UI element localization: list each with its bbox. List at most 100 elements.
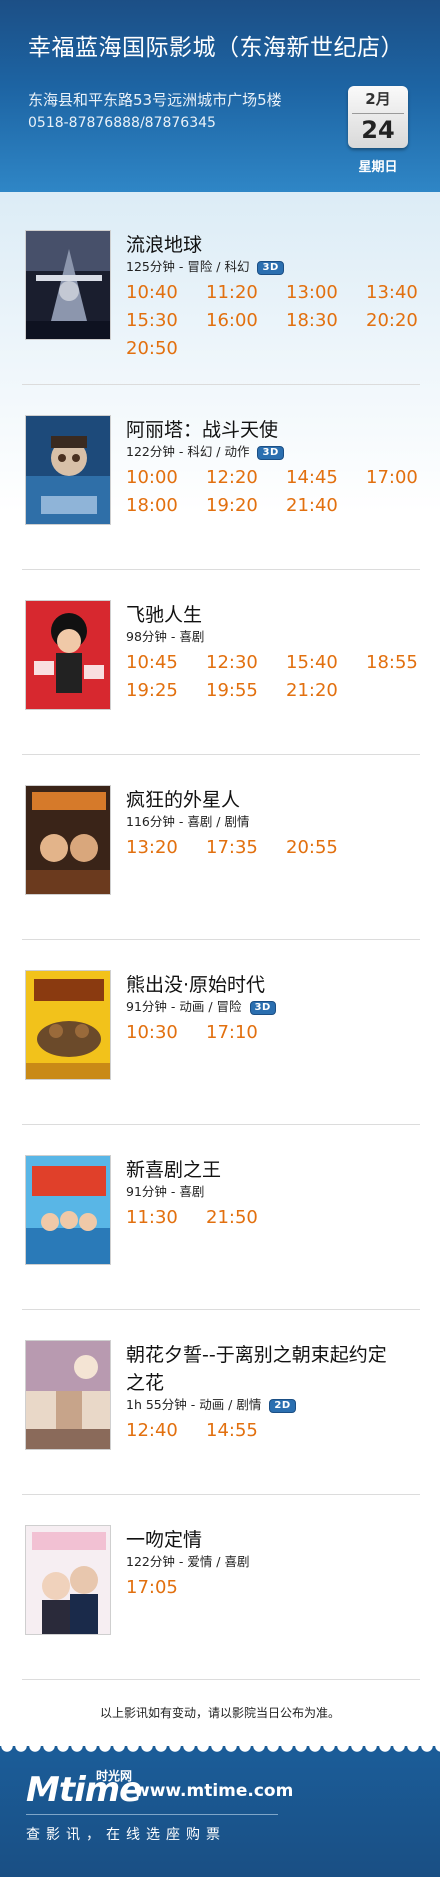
movie-poster[interactable] [25,1525,111,1635]
showtime[interactable]: 18:00 [126,495,178,516]
showtime[interactable]: 18:55 [366,652,418,673]
movie-item[interactable]: 熊出没·原始时代 91分钟 - 动画 / 冒险 3D 10:30 17:10 [0,970,440,1125]
movie-info: 91分钟 - 喜剧 [126,1181,204,1200]
showtime[interactable]: 11:30 [126,1207,178,1228]
mtime-logo-cn: 时光网 [96,1769,133,1783]
showtime[interactable]: 13:00 [286,282,338,303]
movie-divider [22,1494,420,1495]
mtime-footer[interactable]: Mtime 时光网 www.mtime.com 查影讯，在线选座购票 [0,1746,440,1877]
movie-title[interactable]: 一吻定情 [126,1525,202,1552]
showtime[interactable]: 12:40 [126,1420,178,1441]
movie-info: 122分钟 - 科幻 / 动作 3D [126,441,284,460]
movie-title[interactable]: 飞驰人生 [126,600,202,627]
showtime[interactable]: 21:40 [286,495,338,516]
showtime[interactable]: 10:45 [126,652,178,673]
showtime[interactable]: 20:20 [366,310,418,331]
movie-info: 122分钟 - 爱情 / 喜剧 [126,1551,249,1570]
showtime[interactable]: 19:20 [206,495,258,516]
movie-title[interactable]: 流浪地球 [126,230,202,257]
movie-item[interactable]: 疯狂的外星人 116分钟 - 喜剧 / 剧情 13:20 17:35 20:55 [0,785,440,940]
movie-item[interactable]: 流浪地球 125分钟 - 冒险 / 科幻 3D 10:40 11:20 13:00… [0,230,440,385]
showtime[interactable]: 14:45 [286,467,338,488]
movie-info-text: 91分钟 - 动画 / 冒险 [126,999,242,1014]
showtime[interactable]: 16:00 [206,310,258,331]
movie-divider [22,384,420,385]
format-badge: 3D [249,1001,276,1015]
footer-stamp-edge [0,1746,440,1758]
showtime[interactable]: 13:40 [366,282,418,303]
movie-item[interactable]: 飞驰人生 98分钟 - 喜剧 10:45 12:30 15:40 18:55 1… [0,600,440,755]
movie-title[interactable]: 朝花夕誓--于离别之朝束起约定 [126,1340,387,1367]
showtime[interactable]: 15:30 [126,310,178,331]
movie-info-text: 122分钟 - 爱情 / 喜剧 [126,1554,250,1569]
cinema-phone[interactable]: 0518-87876888/87876345 [28,115,216,131]
movie-info-text: 125分钟 - 冒险 / 科幻 [126,259,250,274]
showtime[interactable]: 18:30 [286,310,338,331]
showtime[interactable]: 10:00 [126,467,178,488]
movie-title[interactable]: 疯狂的外星人 [126,785,240,812]
movie-item[interactable]: 新喜剧之王 91分钟 - 喜剧 11:30 21:50 [0,1155,440,1310]
cinema-name: 幸福蓝海国际影城（东海新世纪店） [28,35,404,61]
movie-divider [22,569,420,570]
movie-poster[interactable] [25,230,111,340]
movie-poster[interactable] [25,415,111,525]
date-calendar-icon: 2月 24 [348,86,408,148]
movie-divider [22,1679,420,1680]
showtime[interactable]: 11:20 [206,282,258,303]
showtime[interactable]: 14:55 [206,1420,258,1441]
movie-info-text: 116分钟 - 喜剧 / 剧情 [126,814,250,829]
movie-info: 116分钟 - 喜剧 / 剧情 [126,811,249,830]
showtime[interactable]: 17:10 [206,1022,258,1043]
calendar-month: 2月 [365,90,391,108]
movie-title[interactable]: 新喜剧之王 [126,1155,221,1182]
mtime-url-link[interactable]: www.mtime.com [134,1781,293,1801]
calendar-day: 24 [361,116,395,144]
movie-poster[interactable] [25,785,111,895]
movie-title-continued[interactable]: 之花 [126,1368,164,1395]
showtime[interactable]: 10:30 [126,1022,178,1043]
showtime[interactable]: 13:20 [126,837,178,858]
showtime[interactable]: 20:55 [286,837,338,858]
cinema-address: 东海县和平东路53号远洲城市广场5楼 [28,91,282,109]
schedule-notice: 以上影讯如有变动，请以影院当日公布为准。 [99,1706,340,1720]
showtime[interactable]: 19:25 [126,680,178,701]
movie-info-text: 122分钟 - 科幻 / 动作 [126,444,250,459]
showtime[interactable]: 17:05 [126,1577,178,1598]
movie-info: 1h 55分钟 - 动画 / 剧情 2D [126,1394,296,1413]
movie-info-text: 91分钟 - 喜剧 [126,1184,205,1199]
movie-info: 125分钟 - 冒险 / 科幻 3D [126,256,284,275]
movie-divider [22,1309,420,1310]
movie-poster[interactable] [25,1340,111,1450]
movie-divider [22,939,420,940]
format-badge: 2D [269,1399,296,1413]
movie-info: 91分钟 - 动画 / 冒险 3D [126,996,276,1015]
movie-info: 98分钟 - 喜剧 [126,626,204,645]
showtime[interactable]: 10:40 [126,282,178,303]
showtime[interactable]: 15:40 [286,652,338,673]
showtime[interactable]: 12:30 [206,652,258,673]
format-badge: 3D [257,446,284,460]
movie-title[interactable]: 熊出没·原始时代 [126,970,265,997]
movie-item[interactable]: 一吻定情 122分钟 - 爱情 / 喜剧 17:05 [0,1525,440,1680]
showtime[interactable]: 12:20 [206,467,258,488]
movie-info-text: 98分钟 - 喜剧 [126,629,205,644]
movie-item[interactable]: 朝花夕誓--于离别之朝束起约定 之花 1h 55分钟 - 动画 / 剧情 2D 1… [0,1340,440,1495]
movie-divider [22,1124,420,1125]
showtime[interactable]: 19:55 [206,680,258,701]
showtime[interactable]: 20:50 [126,338,178,359]
movie-info-text: 1h 55分钟 - 动画 / 剧情 [126,1397,262,1412]
showtime[interactable]: 17:35 [206,837,258,858]
movie-poster[interactable] [25,1155,111,1265]
showtime[interactable]: 21:50 [206,1207,258,1228]
movie-divider [22,754,420,755]
movie-poster[interactable] [25,600,111,710]
footer-slogan: 查影讯，在线选座购票 [26,1827,226,1843]
showtime[interactable]: 17:00 [366,467,418,488]
movie-title[interactable]: 阿丽塔：战斗天使 [126,415,278,442]
footer-divider [26,1814,278,1815]
movie-item[interactable]: 阿丽塔：战斗天使 122分钟 - 科幻 / 动作 3D 10:00 12:20 1… [0,415,440,570]
showtime[interactable]: 21:20 [286,680,338,701]
calendar-weekday: 星期日 [358,160,398,175]
format-badge: 3D [257,261,284,275]
movie-poster[interactable] [25,970,111,1080]
